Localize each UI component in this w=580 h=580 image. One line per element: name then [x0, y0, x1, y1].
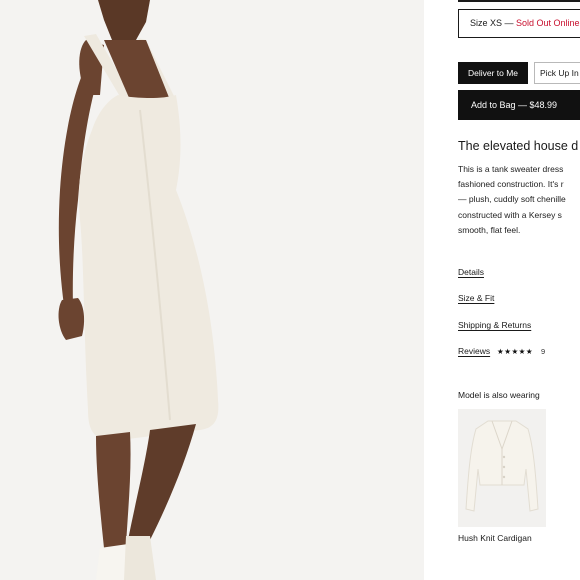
- product-headline: The elevated house d: [458, 139, 579, 153]
- divider: [458, 0, 580, 2]
- description-line: constructed with a Kersey s: [458, 209, 562, 220]
- rating-stars-icon: ★★★★★: [497, 347, 534, 356]
- cardigan-thumbnail[interactable]: [458, 409, 546, 527]
- description-line: This is a tank sweater dress: [458, 164, 564, 174]
- reviews-link[interactable]: Reviews: [458, 346, 490, 356]
- size-label: Size XS —: [470, 18, 517, 28]
- product-description: This is a tank sweater dress fashioned c…: [458, 162, 580, 238]
- product-photo: [0, 0, 424, 580]
- details-link[interactable]: Details: [458, 267, 484, 277]
- shipping-returns-link[interactable]: Shipping & Returns: [458, 320, 531, 330]
- size-selector[interactable]: Size XS — Sold Out Online: [458, 9, 580, 38]
- deliver-to-me-button[interactable]: Deliver to Me: [458, 62, 528, 84]
- description-line: smooth, flat feel.: [458, 224, 521, 235]
- description-line: — plush, cuddly soft chenille: [458, 194, 566, 205]
- add-to-bag-button[interactable]: Add to Bag — $48.99: [458, 90, 580, 120]
- model-photo-image: [0, 0, 424, 580]
- size-status: Sold Out Online: [516, 18, 580, 28]
- description-line: fashioned construction. It's r: [458, 179, 564, 190]
- size-fit-link[interactable]: Size & Fit: [458, 293, 494, 303]
- cardigan-name[interactable]: Hush Knit Cardigan: [458, 533, 532, 543]
- cardigan-thumbnail-image: [458, 409, 546, 527]
- also-wearing-heading: Model is also wearing: [458, 390, 540, 400]
- review-count: 9: [541, 347, 546, 356]
- pick-up-in-store-button[interactable]: Pick Up In: [534, 62, 580, 84]
- product-details-panel: Size XS — Sold Out Online Deliver to Me …: [424, 0, 580, 580]
